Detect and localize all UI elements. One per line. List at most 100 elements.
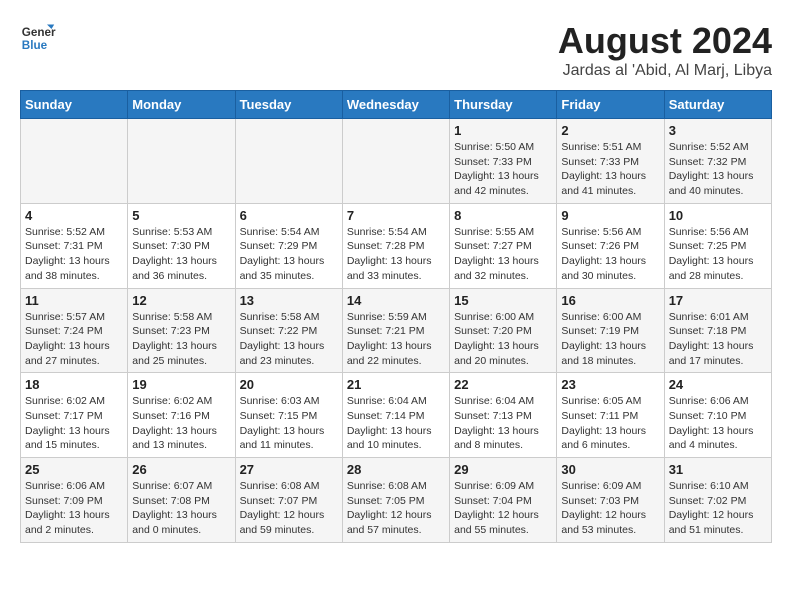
day-info: Sunrise: 6:05 AM Sunset: 7:11 PM Dayligh… (561, 394, 659, 453)
calendar-day-cell: 24Sunrise: 6:06 AM Sunset: 7:10 PM Dayli… (664, 373, 771, 458)
weekday-header-row: SundayMondayTuesdayWednesdayThursdayFrid… (21, 91, 772, 119)
calendar-day-cell: 7 Sunrise: 5:54 AM Sunset: 7:28 PM Daylig… (342, 203, 449, 288)
calendar-day-cell: 28Sunrise: 6:08 AM Sunset: 7:05 PM Dayli… (342, 458, 449, 543)
calendar-day-cell: 12Sunrise: 5:58 AM Sunset: 7:23 PM Dayli… (128, 288, 235, 373)
weekday-header-thursday: Thursday (450, 91, 557, 119)
weekday-header-tuesday: Tuesday (235, 91, 342, 119)
weekday-header-monday: Monday (128, 91, 235, 119)
calendar-day-cell: 30Sunrise: 6:09 AM Sunset: 7:03 PM Dayli… (557, 458, 664, 543)
calendar-day-cell: 13 Sunrise: 5:58 AM Sunset: 7:22 PM Dayli… (235, 288, 342, 373)
calendar-day-cell (21, 119, 128, 204)
calendar-day-cell: 14 Sunrise: 5:59 AM Sunset: 7:21 PM Dayli… (342, 288, 449, 373)
day-number: 28 (347, 462, 445, 477)
day-info: Sunrise: 6:01 AM Sunset: 7:18 PM Dayligh… (669, 310, 767, 369)
calendar-day-cell: 19Sunrise: 6:02 AM Sunset: 7:16 PM Dayli… (128, 373, 235, 458)
day-number: 27 (240, 462, 338, 477)
day-number: 3 (669, 123, 767, 138)
day-number: 19 (132, 377, 230, 392)
calendar-day-cell: 27 Sunrise: 6:08 AM Sunset: 7:07 PM Dayli… (235, 458, 342, 543)
weekday-header-friday: Friday (557, 91, 664, 119)
day-number: 26 (132, 462, 230, 477)
day-number: 11 (25, 293, 123, 308)
day-info: Sunrise: 6:06 AM Sunset: 7:10 PM Dayligh… (669, 394, 767, 453)
calendar-week-row: 18 Sunrise: 6:02 AM Sunset: 7:17 PM Dayli… (21, 373, 772, 458)
day-info: Sunrise: 5:52 AM Sunset: 7:32 PM Dayligh… (669, 140, 767, 199)
day-number: 8 (454, 208, 552, 223)
day-info: Sunrise: 5:53 AM Sunset: 7:30 PM Dayligh… (132, 225, 230, 284)
day-number: 9 (561, 208, 659, 223)
svg-text:Blue: Blue (22, 39, 48, 52)
calendar-day-cell (235, 119, 342, 204)
day-info: Sunrise: 6:03 AM Sunset: 7:15 PM Dayligh… (240, 394, 338, 453)
calendar-day-cell: 21 Sunrise: 6:04 AM Sunset: 7:14 PM Dayli… (342, 373, 449, 458)
day-number: 14 (347, 293, 445, 308)
calendar-day-cell: 1Sunrise: 5:50 AM Sunset: 7:33 PM Daylig… (450, 119, 557, 204)
day-number: 1 (454, 123, 552, 138)
calendar-day-cell: 6 Sunrise: 5:54 AM Sunset: 7:29 PM Daylig… (235, 203, 342, 288)
day-info: Sunrise: 5:54 AM Sunset: 7:28 PM Dayligh… (347, 225, 445, 284)
calendar-day-cell (342, 119, 449, 204)
day-info: Sunrise: 5:54 AM Sunset: 7:29 PM Dayligh… (240, 225, 338, 284)
calendar-day-cell: 20 Sunrise: 6:03 AM Sunset: 7:15 PM Dayli… (235, 373, 342, 458)
calendar-day-cell: 23 Sunrise: 6:05 AM Sunset: 7:11 PM Dayli… (557, 373, 664, 458)
day-info: Sunrise: 5:59 AM Sunset: 7:21 PM Dayligh… (347, 310, 445, 369)
calendar-week-row: 25Sunrise: 6:06 AM Sunset: 7:09 PM Dayli… (21, 458, 772, 543)
calendar-day-cell (128, 119, 235, 204)
day-number: 23 (561, 377, 659, 392)
day-number: 2 (561, 123, 659, 138)
day-number: 21 (347, 377, 445, 392)
location-subtitle: Jardas al 'Abid, Al Marj, Libya (558, 62, 772, 80)
day-info: Sunrise: 6:09 AM Sunset: 7:04 PM Dayligh… (454, 479, 552, 538)
day-info: Sunrise: 5:58 AM Sunset: 7:22 PM Dayligh… (240, 310, 338, 369)
day-number: 20 (240, 377, 338, 392)
calendar-day-cell: 16Sunrise: 6:00 AM Sunset: 7:19 PM Dayli… (557, 288, 664, 373)
day-info: Sunrise: 6:10 AM Sunset: 7:02 PM Dayligh… (669, 479, 767, 538)
day-number: 6 (240, 208, 338, 223)
calendar-day-cell: 22 Sunrise: 6:04 AM Sunset: 7:13 PM Dayli… (450, 373, 557, 458)
title-block: August 2024 Jardas al 'Abid, Al Marj, Li… (558, 20, 772, 80)
logo-icon: General Blue (20, 20, 56, 56)
day-number: 18 (25, 377, 123, 392)
day-info: Sunrise: 6:02 AM Sunset: 7:17 PM Dayligh… (25, 394, 123, 453)
day-info: Sunrise: 6:06 AM Sunset: 7:09 PM Dayligh… (25, 479, 123, 538)
calendar-week-row: 4 Sunrise: 5:52 AM Sunset: 7:31 PM Daylig… (21, 203, 772, 288)
day-info: Sunrise: 5:56 AM Sunset: 7:26 PM Dayligh… (561, 225, 659, 284)
day-number: 13 (240, 293, 338, 308)
logo: General Blue (20, 20, 56, 56)
page-header: General Blue August 2024 Jardas al 'Abid… (20, 20, 772, 80)
calendar-day-cell: 25Sunrise: 6:06 AM Sunset: 7:09 PM Dayli… (21, 458, 128, 543)
calendar-day-cell: 5 Sunrise: 5:53 AM Sunset: 7:30 PM Daylig… (128, 203, 235, 288)
day-info: Sunrise: 6:04 AM Sunset: 7:13 PM Dayligh… (454, 394, 552, 453)
calendar-week-row: 11 Sunrise: 5:57 AM Sunset: 7:24 PM Dayli… (21, 288, 772, 373)
day-info: Sunrise: 5:55 AM Sunset: 7:27 PM Dayligh… (454, 225, 552, 284)
calendar-day-cell: 15Sunrise: 6:00 AM Sunset: 7:20 PM Dayli… (450, 288, 557, 373)
calendar-day-cell: 8 Sunrise: 5:55 AM Sunset: 7:27 PM Daylig… (450, 203, 557, 288)
day-info: Sunrise: 6:08 AM Sunset: 7:07 PM Dayligh… (240, 479, 338, 538)
day-info: Sunrise: 5:56 AM Sunset: 7:25 PM Dayligh… (669, 225, 767, 284)
day-number: 30 (561, 462, 659, 477)
day-info: Sunrise: 5:58 AM Sunset: 7:23 PM Dayligh… (132, 310, 230, 369)
weekday-header-saturday: Saturday (664, 91, 771, 119)
calendar-day-cell: 10Sunrise: 5:56 AM Sunset: 7:25 PM Dayli… (664, 203, 771, 288)
calendar-week-row: 1Sunrise: 5:50 AM Sunset: 7:33 PM Daylig… (21, 119, 772, 204)
day-number: 29 (454, 462, 552, 477)
calendar-day-cell: 26Sunrise: 6:07 AM Sunset: 7:08 PM Dayli… (128, 458, 235, 543)
day-number: 4 (25, 208, 123, 223)
day-info: Sunrise: 6:04 AM Sunset: 7:14 PM Dayligh… (347, 394, 445, 453)
weekday-header-sunday: Sunday (21, 91, 128, 119)
day-info: Sunrise: 6:00 AM Sunset: 7:19 PM Dayligh… (561, 310, 659, 369)
day-number: 22 (454, 377, 552, 392)
day-info: Sunrise: 5:51 AM Sunset: 7:33 PM Dayligh… (561, 140, 659, 199)
day-info: Sunrise: 6:00 AM Sunset: 7:20 PM Dayligh… (454, 310, 552, 369)
day-number: 17 (669, 293, 767, 308)
calendar-day-cell: 17 Sunrise: 6:01 AM Sunset: 7:18 PM Dayli… (664, 288, 771, 373)
day-info: Sunrise: 5:57 AM Sunset: 7:24 PM Dayligh… (25, 310, 123, 369)
day-number: 7 (347, 208, 445, 223)
day-number: 31 (669, 462, 767, 477)
calendar-day-cell: 11 Sunrise: 5:57 AM Sunset: 7:24 PM Dayli… (21, 288, 128, 373)
month-year-title: August 2024 (558, 20, 772, 62)
calendar-day-cell: 4 Sunrise: 5:52 AM Sunset: 7:31 PM Daylig… (21, 203, 128, 288)
day-info: Sunrise: 5:52 AM Sunset: 7:31 PM Dayligh… (25, 225, 123, 284)
calendar-day-cell: 18 Sunrise: 6:02 AM Sunset: 7:17 PM Dayli… (21, 373, 128, 458)
day-number: 5 (132, 208, 230, 223)
